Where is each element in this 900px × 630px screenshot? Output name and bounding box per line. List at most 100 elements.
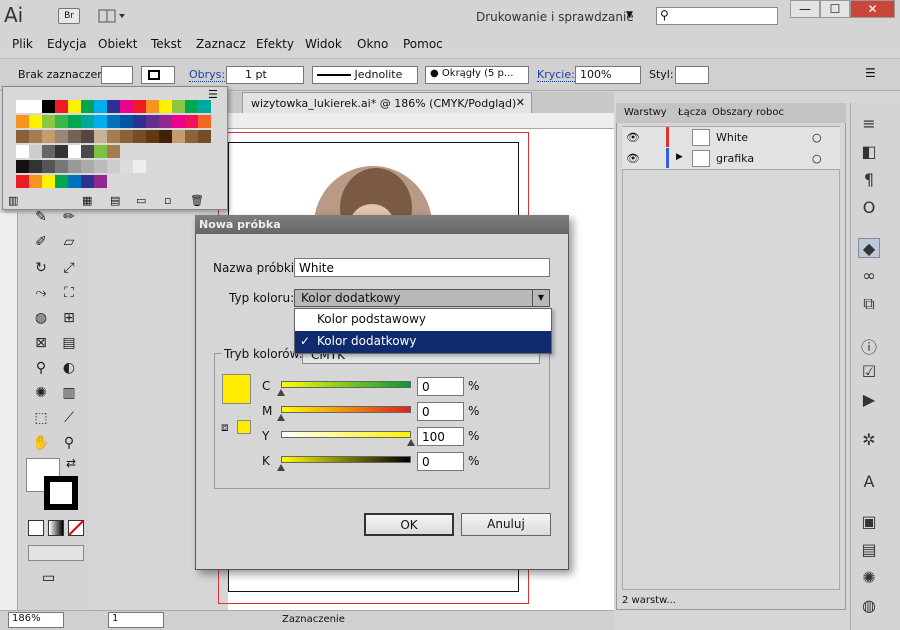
swatch[interactable] — [198, 115, 211, 128]
free-transform-icon[interactable]: ⛶ — [58, 282, 80, 304]
screen-mode-icon[interactable]: ▭ — [42, 570, 55, 586]
zoom-icon[interactable]: ⚲ — [58, 432, 80, 454]
swatch[interactable] — [29, 115, 42, 128]
swatch[interactable] — [16, 145, 29, 158]
swatch[interactable] — [29, 175, 42, 188]
info-icon[interactable]: ⓘ — [858, 334, 880, 357]
cyan-slider[interactable] — [281, 381, 411, 388]
close-icon[interactable]: ✕ — [516, 96, 525, 109]
menu-edycja[interactable]: Edycja — [47, 37, 87, 51]
search-input[interactable] — [656, 7, 778, 25]
cyan-value-input[interactable] — [417, 377, 464, 396]
swatch[interactable] — [42, 115, 55, 128]
eye-icon[interactable]: 👁 — [626, 131, 640, 144]
links-icon[interactable]: ∞ — [858, 266, 880, 286]
attributes-icon[interactable]: ☑ — [858, 362, 880, 382]
arrange-documents-icon[interactable] — [98, 8, 128, 24]
swatch[interactable] — [81, 100, 94, 113]
trash-icon[interactable]: 🗑 — [190, 194, 204, 207]
swatch[interactable] — [146, 130, 159, 143]
swatch[interactable] — [42, 160, 55, 173]
line-style-select[interactable]: Jednolite — [312, 66, 418, 84]
chevron-down-icon[interactable]: ▼ — [532, 290, 549, 306]
swatch[interactable] — [159, 130, 172, 143]
brush-select[interactable]: ● Okrągły (5 p... — [425, 66, 529, 84]
swatch[interactable] — [68, 160, 81, 173]
swatch[interactable] — [55, 160, 68, 173]
swatch[interactable] — [42, 130, 55, 143]
blob-brush-icon[interactable]: ✐ — [30, 231, 52, 253]
expand-arrow-icon[interactable]: ▶ — [676, 152, 683, 162]
menu-okno[interactable]: Okno — [357, 37, 388, 51]
target-icon[interactable]: ○ — [812, 131, 822, 144]
swatch[interactable] — [81, 160, 94, 173]
panel-menu-icon[interactable]: ☰ — [208, 88, 218, 101]
menu-tekst[interactable]: Tekst — [151, 37, 182, 51]
swatch[interactable] — [198, 130, 211, 143]
swatch[interactable] — [107, 100, 120, 113]
stroke-link[interactable]: Obrys: — [189, 68, 226, 82]
swatch[interactable] — [185, 130, 198, 143]
swatch[interactable] — [94, 100, 107, 113]
document-tab[interactable]: wizytowka_lukierek.ai* @ 186% (CMYK/Podg… — [242, 92, 532, 113]
character-icon[interactable]: A — [858, 472, 880, 492]
opentype-icon[interactable]: O — [858, 198, 880, 218]
swatch[interactable] — [94, 130, 107, 143]
black-slider[interactable] — [281, 456, 411, 463]
swatch[interactable] — [107, 145, 120, 158]
appearance-icon[interactable]: ◍ — [858, 596, 880, 616]
swatch[interactable] — [107, 160, 120, 173]
menu-obiekt[interactable]: Obiekt — [98, 37, 137, 51]
menu-zaznacz[interactable]: Zaznacz — [196, 37, 246, 51]
scale-icon[interactable]: ⤢ — [58, 257, 80, 279]
shape-builder-icon[interactable]: ◍ — [30, 307, 52, 329]
swatch[interactable] — [198, 100, 211, 113]
swatch[interactable] — [42, 175, 55, 188]
swatch[interactable] — [94, 145, 107, 158]
swatch[interactable] — [133, 115, 146, 128]
swatch[interactable] — [68, 130, 81, 143]
minimize-button[interactable]: — — [790, 0, 820, 18]
swatch[interactable] — [172, 130, 185, 143]
opacity-link[interactable]: Krycie: — [537, 68, 575, 82]
tab-warstwy[interactable]: Warstwy — [624, 107, 667, 118]
swatch[interactable] — [107, 130, 120, 143]
swatch[interactable] — [94, 175, 107, 188]
rotate-icon[interactable]: ↻ — [30, 257, 52, 279]
blend-icon[interactable]: ◐ — [58, 357, 80, 379]
option-kolor-podstawowy[interactable]: Kolor podstawowy — [295, 309, 551, 331]
swatch[interactable] — [133, 160, 146, 173]
hand-icon[interactable]: ✋ — [30, 432, 52, 454]
swatch[interactable] — [172, 100, 185, 113]
swatch-name-input[interactable] — [294, 258, 550, 277]
swatch[interactable] — [68, 115, 81, 128]
drawing-mode-icons[interactable] — [28, 545, 84, 561]
artboards-icon[interactable]: ⧉ — [858, 294, 880, 314]
swatch[interactable] — [133, 130, 146, 143]
slice-icon[interactable]: ⟋ — [58, 407, 80, 429]
swatch[interactable] — [146, 100, 159, 113]
swatch[interactable] — [55, 115, 68, 128]
gradient-mode-icon[interactable] — [48, 520, 64, 536]
swatch[interactable] — [133, 100, 146, 113]
workspace-switcher[interactable]: Drukowanie i sprawdzanie — [476, 10, 634, 24]
menu-pomoc[interactable]: Pomoc — [403, 37, 443, 51]
swatch[interactable] — [29, 100, 42, 113]
swatch[interactable] — [55, 100, 68, 113]
magenta-slider[interactable] — [281, 406, 411, 413]
bridge-button[interactable]: Br — [58, 8, 80, 24]
swatch[interactable] — [94, 160, 107, 173]
swatch[interactable] — [16, 100, 29, 113]
actions-icon[interactable]: ▶ — [858, 390, 880, 410]
tab-obszary[interactable]: Obszary roboc — [712, 107, 784, 118]
swatch[interactable] — [55, 175, 68, 188]
swatch[interactable] — [94, 115, 107, 128]
menu-efekty[interactable]: Efekty — [256, 37, 294, 51]
swatch[interactable] — [81, 145, 94, 158]
swatch[interactable] — [159, 100, 172, 113]
swatch[interactable] — [185, 100, 198, 113]
yellow-slider-thumb[interactable] — [407, 439, 415, 446]
stroke-weight-field[interactable]: 1 pt — [226, 66, 304, 84]
swatch[interactable] — [185, 115, 198, 128]
tab-lacza[interactable]: Łącza — [678, 107, 707, 118]
